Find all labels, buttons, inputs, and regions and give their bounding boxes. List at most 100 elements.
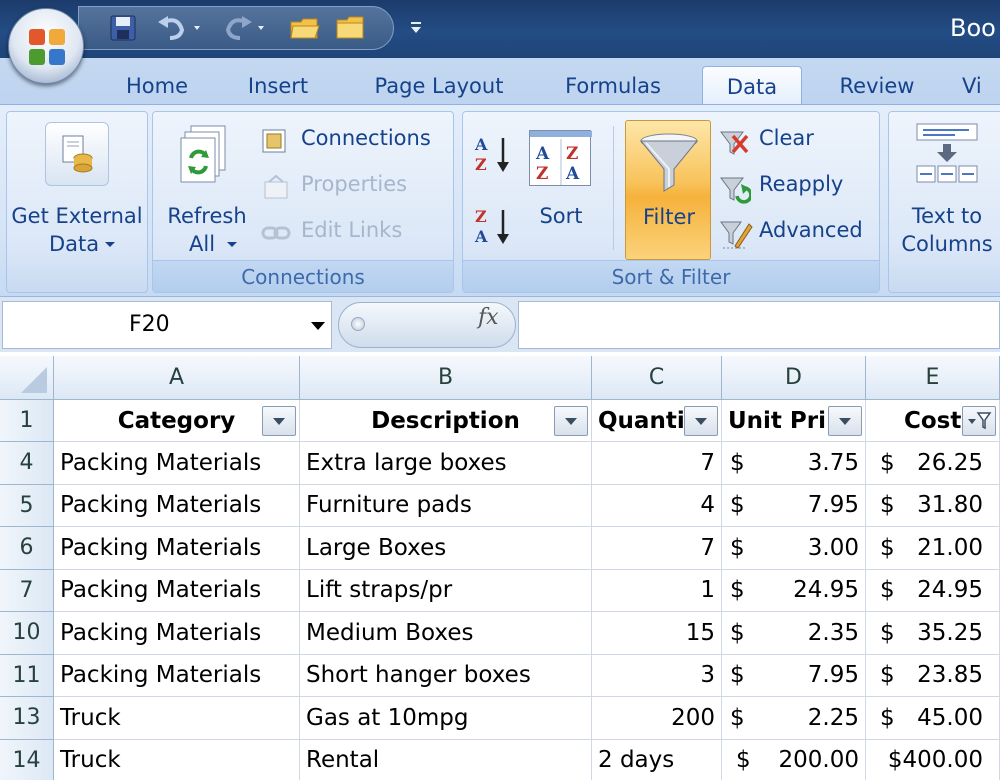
properties-button[interactable]: Properties: [261, 172, 451, 204]
cell-category[interactable]: Packing Materials: [54, 612, 300, 655]
filter-dropdown-button[interactable]: [828, 406, 862, 436]
cell-description[interactable]: Extra large boxes: [300, 442, 592, 485]
column-header-e[interactable]: E: [866, 356, 1000, 400]
cell-category[interactable]: Packing Materials: [54, 442, 300, 485]
tab-page-layout[interactable]: Page Layout: [360, 66, 518, 106]
reapply-button[interactable]: Reapply: [719, 172, 875, 204]
cost-value: 31.80: [917, 492, 983, 519]
column-header-c[interactable]: C: [592, 356, 722, 400]
column-header-b[interactable]: B: [300, 356, 592, 400]
row-header[interactable]: 14: [0, 739, 54, 780]
get-external-data-label-2: Data: [49, 232, 100, 256]
save-icon[interactable]: [105, 13, 141, 43]
cell-quantity[interactable]: 7: [592, 527, 722, 570]
filter-dropdown-button[interactable]: [262, 406, 296, 436]
column-header-a[interactable]: A: [54, 356, 300, 400]
cell-quantity[interactable]: 200: [592, 697, 722, 740]
table-header-cell[interactable]: Cost: [866, 400, 1000, 442]
folder-icon[interactable]: [333, 13, 369, 43]
cell-quantity[interactable]: 4: [592, 484, 722, 527]
cell-unit-price[interactable]: $3.00: [722, 527, 866, 570]
row-header[interactable]: 11: [0, 654, 54, 697]
edit-links-button[interactable]: Edit Links: [261, 218, 451, 250]
cell-cost[interactable]: $23.85: [866, 654, 1000, 697]
filter-dropdown-button[interactable]: [554, 406, 588, 436]
cell-category[interactable]: Truck: [54, 697, 300, 740]
connections-button[interactable]: Connections: [261, 126, 451, 158]
row-header[interactable]: 5: [0, 484, 54, 527]
office-button[interactable]: [8, 8, 84, 84]
cell-cost[interactable]: $35.25: [866, 612, 1000, 655]
currency-symbol: $: [730, 619, 745, 646]
table-header-cell[interactable]: Quanti: [592, 400, 722, 442]
cell-cost[interactable]: $26.25: [866, 442, 1000, 485]
tab-home[interactable]: Home: [112, 66, 202, 106]
clear-filter-button[interactable]: Clear: [719, 126, 875, 158]
row-header[interactable]: 6: [0, 527, 54, 570]
cell-description[interactable]: Gas at 10mpg: [300, 697, 592, 740]
filter-button[interactable]: Filter: [625, 120, 711, 260]
cell-category[interactable]: Packing Materials: [54, 654, 300, 697]
cell-cost[interactable]: $400.00: [866, 739, 1000, 780]
column-header-d[interactable]: D: [722, 356, 866, 400]
cell-description[interactable]: Large Boxes: [300, 527, 592, 570]
row-header[interactable]: 7: [0, 569, 54, 612]
sort-button[interactable]: AZZA Sort: [523, 112, 599, 258]
cell-description[interactable]: Medium Boxes: [300, 612, 592, 655]
cell-category[interactable]: Packing Materials: [54, 569, 300, 612]
cell-unit-price[interactable]: $2.35: [722, 612, 866, 655]
tab-formulas[interactable]: Formulas: [550, 66, 676, 106]
cell-unit-price[interactable]: $7.95: [722, 654, 866, 697]
row-header[interactable]: 10: [0, 612, 54, 655]
cell-unit-price[interactable]: $7.95: [722, 484, 866, 527]
name-box[interactable]: F20: [2, 301, 332, 349]
cell-category[interactable]: Packing Materials: [54, 484, 300, 527]
cell-description[interactable]: Short hanger boxes: [300, 654, 592, 697]
refresh-all-button[interactable]: Refresh All: [159, 112, 255, 258]
row-header[interactable]: 4: [0, 442, 54, 485]
table-header-cell[interactable]: Unit Pri: [722, 400, 866, 442]
open-folder-icon[interactable]: [287, 13, 323, 43]
tab-insert[interactable]: Insert: [232, 66, 324, 106]
chevron-down-icon[interactable]: [311, 322, 325, 330]
tab-view[interactable]: Vi: [962, 66, 1000, 106]
sort-ascending-button[interactable]: AZ: [471, 132, 515, 176]
cell-cost[interactable]: $24.95: [866, 569, 1000, 612]
cell-cost[interactable]: $45.00: [866, 697, 1000, 740]
cell-quantity[interactable]: 7: [592, 442, 722, 485]
row-header[interactable]: 1: [0, 400, 54, 442]
text-to-columns-button[interactable]: Text to Columns: [889, 112, 1000, 258]
table-header-cell[interactable]: Category: [54, 400, 300, 442]
row-header[interactable]: 13: [0, 697, 54, 740]
sort-descending-button[interactable]: ZA: [471, 204, 515, 248]
select-all-corner[interactable]: [0, 356, 54, 400]
filter-applied-button[interactable]: [962, 406, 996, 436]
filter-dropdown-button[interactable]: [684, 406, 718, 436]
cell-description[interactable]: Furniture pads: [300, 484, 592, 527]
cell-quantity[interactable]: 3: [592, 654, 722, 697]
advanced-filter-button[interactable]: Advanced: [719, 218, 875, 250]
table-header-cell[interactable]: Description: [300, 400, 592, 442]
cell-category[interactable]: Packing Materials: [54, 527, 300, 570]
get-external-data-button[interactable]: Get External Data: [7, 112, 147, 258]
cell-unit-price[interactable]: $2.25: [722, 697, 866, 740]
reapply-label: Reapply: [759, 172, 844, 196]
undo-icon[interactable]: [153, 13, 209, 43]
cell-quantity[interactable]: 1: [592, 569, 722, 612]
cell-unit-price[interactable]: $200.00: [722, 739, 866, 780]
tab-review[interactable]: Review: [826, 66, 928, 106]
cell-cost[interactable]: $31.80: [866, 484, 1000, 527]
cell-unit-price[interactable]: $3.75: [722, 442, 866, 485]
cell-description[interactable]: Lift straps/pr: [300, 569, 592, 612]
customize-qat-icon[interactable]: [408, 18, 424, 38]
cell-cost[interactable]: $21.00: [866, 527, 1000, 570]
cell-quantity[interactable]: 15: [592, 612, 722, 655]
cell-category[interactable]: Truck: [54, 739, 300, 780]
tab-data[interactable]: Data: [702, 66, 802, 106]
cell-description[interactable]: Rental: [300, 739, 592, 780]
formula-input[interactable]: [518, 301, 1000, 349]
cell-quantity[interactable]: 2 days: [592, 739, 722, 780]
insert-function-icon[interactable]: fx: [478, 305, 499, 330]
redo-icon[interactable]: [217, 13, 273, 43]
cell-unit-price[interactable]: $24.95: [722, 569, 866, 612]
